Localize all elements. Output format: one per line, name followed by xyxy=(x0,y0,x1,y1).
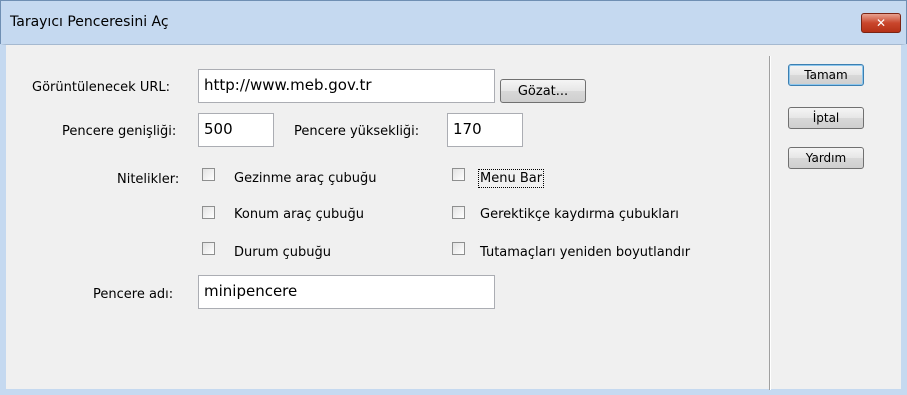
window-title: Tarayıcı Penceresini Aç xyxy=(10,14,169,30)
status-checkbox[interactable] xyxy=(202,242,215,255)
width-label: Pencere genişliği: xyxy=(62,124,177,139)
toolbar-checkbox[interactable] xyxy=(202,168,215,181)
browse-button[interactable]: Gözat... xyxy=(500,79,586,103)
height-field[interactable]: 170 xyxy=(447,113,523,147)
scrollbars-checkbox[interactable] xyxy=(452,206,465,219)
height-label: Pencere yüksekliği: xyxy=(294,124,420,139)
ok-button[interactable]: Tamam xyxy=(788,64,864,86)
separator xyxy=(769,56,771,390)
width-field[interactable]: 500 xyxy=(198,113,274,147)
close-button[interactable]: ✕ xyxy=(861,13,901,33)
location-checkbox-label: Konum araç çubuğu xyxy=(234,207,365,222)
help-button[interactable]: Yardım xyxy=(788,147,864,169)
name-label: Pencere adı: xyxy=(93,287,174,302)
location-checkbox[interactable] xyxy=(202,206,215,219)
name-field[interactable]: minipencere xyxy=(198,275,495,309)
resize-checkbox[interactable] xyxy=(452,242,465,255)
close-icon: ✕ xyxy=(875,16,887,30)
url-label: Görüntülenecek URL: xyxy=(32,80,171,95)
title-bar: Tarayıcı Penceresini Aç ✕ xyxy=(0,0,907,44)
status-checkbox-label: Durum çubuğu xyxy=(234,245,331,260)
resize-checkbox-label: Tutamaçları yeniden boyutlandır xyxy=(480,245,691,260)
toolbar-checkbox-label: Gezinme araç çubuğu xyxy=(234,171,377,186)
menubar-checkbox[interactable] xyxy=(452,168,465,181)
dialog-body: Görüntülenecek URL: http://www.meb.gov.t… xyxy=(0,44,907,395)
scrollbars-checkbox-label: Gerektikçe kaydırma çubukları xyxy=(480,207,679,222)
menubar-checkbox-label: Menu Bar xyxy=(477,169,545,188)
url-field[interactable]: http://www.meb.gov.tr xyxy=(198,69,495,103)
cancel-button[interactable]: İptal xyxy=(788,107,864,129)
attributes-label: Nitelikler: xyxy=(117,172,180,187)
